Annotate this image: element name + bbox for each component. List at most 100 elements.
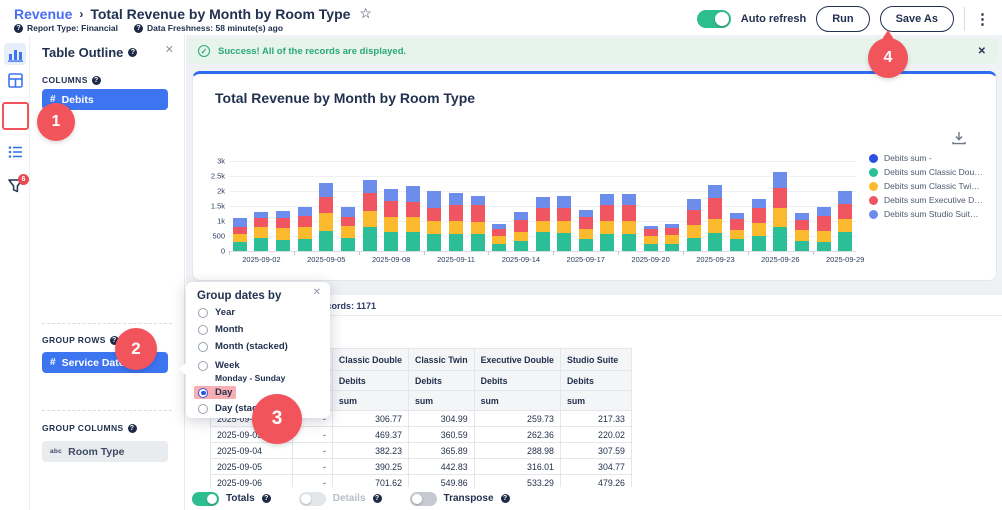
bar-segment [341, 207, 355, 218]
bar-segment [233, 218, 247, 226]
help-icon[interactable] [501, 494, 510, 503]
y-axis-tick-label: 2.5k [211, 172, 225, 181]
bar-segment [276, 211, 290, 219]
bar-segment [427, 208, 441, 221]
help-icon[interactable] [14, 24, 23, 33]
annotation-step-2: 2 [115, 328, 157, 370]
help-icon[interactable] [128, 48, 137, 57]
bar-segment [838, 204, 852, 219]
radio-option-year[interactable]: Year [194, 306, 239, 319]
bar-segment [838, 219, 852, 233]
bar-segment [557, 208, 571, 221]
bar-segment [298, 227, 312, 239]
transpose-toggle[interactable] [410, 492, 437, 506]
bar-segment [708, 233, 722, 251]
save-as-button[interactable]: Save As [880, 6, 954, 32]
radio-option-day[interactable]: Day [194, 386, 236, 399]
stacked-bar-2025-09-11 [449, 193, 463, 251]
bar-segment [298, 216, 312, 228]
favorite-star-icon[interactable]: ☆ [359, 5, 372, 22]
success-banner-text: Success! All of the records are displaye… [218, 46, 406, 57]
legend-item[interactable]: Debits sum - [869, 153, 983, 163]
chip-label: Debits [62, 94, 94, 106]
x-axis-tick [683, 251, 684, 255]
radio-option-month-stacked-[interactable]: Month (stacked) [194, 340, 292, 353]
y-axis-tick-label: 1.5k [211, 202, 225, 211]
bar-segment [644, 229, 658, 236]
table-row: 2025-09-04-382.23365.89288.98307.59 [211, 443, 632, 459]
legend-item[interactable]: Debits sum Classic Dou… [869, 167, 983, 177]
help-icon[interactable] [92, 76, 101, 85]
group-columns-section-label: GROUP COLUMNS [42, 423, 137, 433]
bar-segment [471, 222, 485, 235]
value-cell: - [293, 443, 333, 459]
bar-segment [254, 238, 268, 252]
legend-item[interactable]: Debits sum Classic Twi… [869, 181, 983, 191]
group-columns-chip-room-type[interactable]: abc Room Type [42, 441, 168, 462]
bar-segment [492, 236, 506, 244]
stacked-bar-2025-09-05 [319, 183, 333, 251]
help-icon[interactable] [134, 24, 143, 33]
help-icon[interactable] [128, 424, 137, 433]
stacked-bar-2025-09-04 [298, 207, 312, 251]
bar-segment [536, 197, 550, 208]
stacked-bar-2025-09-06 [341, 207, 355, 251]
help-icon[interactable] [373, 494, 382, 503]
bar-segment [341, 238, 355, 251]
auto-refresh-toggle[interactable] [697, 10, 731, 28]
legend-color-dot [869, 154, 878, 163]
chart-view-icon[interactable] [4, 43, 26, 65]
popup-title: Group dates by [197, 290, 281, 302]
bar-segment [406, 202, 420, 217]
legend-item[interactable]: Debits sum Studio Suit… [869, 209, 983, 219]
date-cell: 2025-09-04 [211, 443, 293, 459]
bar-segment [579, 239, 593, 251]
bar-segment [384, 189, 398, 201]
bar-segment [319, 197, 333, 213]
stacked-bar-2025-09-28 [817, 207, 831, 251]
section-divider [42, 323, 172, 324]
radio-label: Month (stacked) [215, 341, 288, 352]
details-toggle[interactable] [299, 492, 326, 506]
bar-segment [600, 221, 614, 234]
stacked-bar-2025-09-29 [838, 191, 852, 251]
radio-option-week[interactable]: Week [194, 359, 244, 372]
legend-color-dot [869, 182, 878, 191]
value-cell: 365.89 [408, 443, 474, 459]
stacked-bar-2025-09-14 [514, 212, 528, 251]
column-group-header: Classic Double [332, 349, 408, 371]
bar-segment [795, 220, 809, 230]
aggregation-header: sum [560, 391, 631, 411]
radio-icon [198, 308, 208, 318]
download-chart-icon[interactable] [951, 131, 967, 145]
banner-close-icon[interactable]: ✕ [978, 46, 986, 57]
page-title: Total Revenue by Month by Room Type [90, 6, 350, 22]
chart-card: Total Revenue by Month by Room Type 0500… [192, 71, 997, 281]
outline-list-icon[interactable] [4, 141, 26, 163]
gridline [229, 251, 856, 252]
kebab-menu-icon[interactable]: ⋮ [975, 10, 990, 28]
bar-segment [449, 234, 463, 251]
success-check-icon [198, 45, 210, 57]
breadcrumb-revenue-link[interactable]: Revenue [14, 6, 72, 22]
popup-close-icon[interactable]: ✕ [313, 287, 321, 298]
run-button[interactable]: Run [816, 6, 869, 32]
bar-segment [622, 205, 636, 222]
bar-segment [730, 219, 744, 230]
stacked-bar-2025-09-17 [579, 210, 593, 251]
stacked-bar-2025-09-01 [233, 218, 247, 251]
bar-segment [665, 235, 679, 244]
bar-segment [687, 210, 701, 225]
radio-option-month[interactable]: Month [194, 323, 248, 336]
legend-item[interactable]: Debits sum Executive D… [869, 195, 983, 205]
table-view-icon[interactable] [4, 69, 26, 91]
value-cell: 316.01 [474, 459, 560, 475]
measure-header: Debits [332, 371, 408, 391]
toggle-label: Totals [226, 493, 255, 504]
panel-close-icon[interactable]: ✕ [165, 43, 174, 56]
column-group-header: Classic Twin [408, 349, 474, 371]
radio-label: Day [215, 387, 232, 398]
columns-section-label: COLUMNS [42, 75, 101, 85]
totals-toggle[interactable] [192, 492, 219, 506]
help-icon[interactable] [262, 494, 271, 503]
